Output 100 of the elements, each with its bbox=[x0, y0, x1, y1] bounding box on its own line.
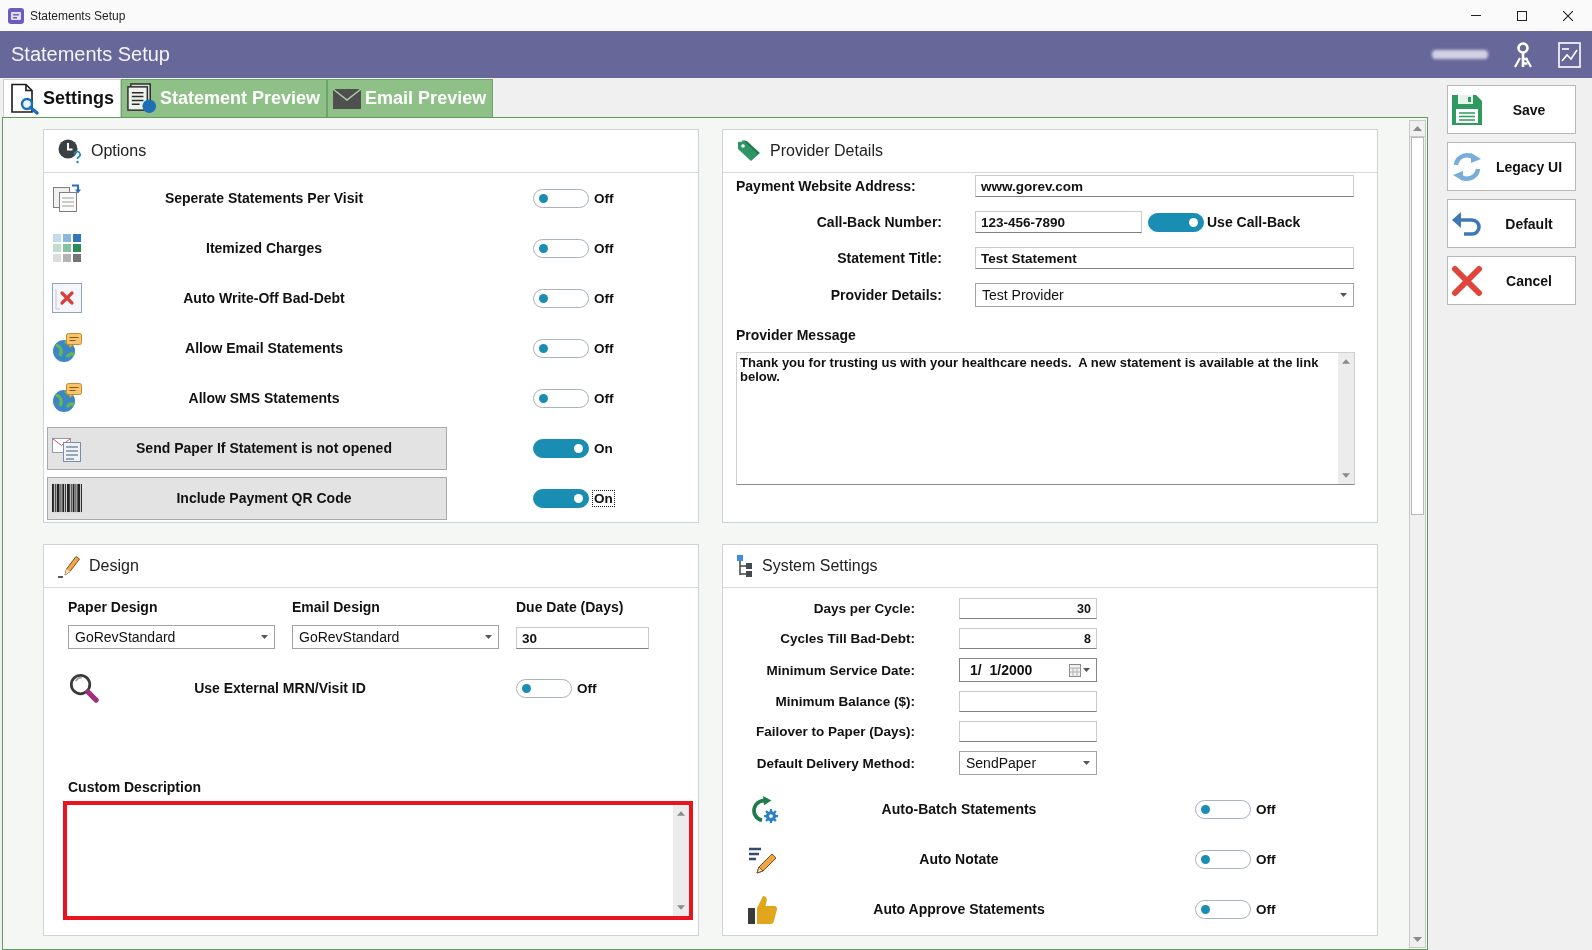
blur-patch bbox=[1432, 50, 1488, 59]
globe-icon bbox=[52, 383, 82, 413]
number-field[interactable]: 8 bbox=[959, 628, 1097, 649]
scrollbar[interactable] bbox=[1338, 353, 1354, 484]
toggle-label: Off bbox=[576, 679, 598, 697]
refresh-icon bbox=[1451, 151, 1483, 182]
field-label: Default Delivery Method: bbox=[756, 755, 915, 771]
key-icon[interactable] bbox=[1513, 41, 1533, 68]
option-label: Auto Approve Statements bbox=[873, 901, 1045, 917]
field-label: Provider Message bbox=[736, 327, 856, 343]
caret-icon bbox=[1083, 668, 1090, 672]
field-label: Email Design bbox=[292, 599, 380, 615]
option-label: Auto Write-Off Bad-Debt bbox=[183, 290, 345, 306]
toggle-switch[interactable] bbox=[533, 388, 589, 408]
maximize-icon bbox=[1517, 10, 1527, 21]
description-field[interactable] bbox=[63, 801, 693, 920]
toggle-label: Off bbox=[593, 339, 615, 357]
tab[interactable]: Settings bbox=[3, 79, 121, 117]
toggle-switch[interactable] bbox=[533, 488, 589, 508]
documents-icon bbox=[52, 183, 82, 213]
up-arrow-icon bbox=[677, 811, 685, 816]
dropdown[interactable]: GoRevStandard bbox=[292, 625, 499, 649]
panel-title: Provider Details bbox=[770, 142, 883, 160]
option-label: Allow Email Statements bbox=[185, 340, 343, 356]
option-label: Send Paper If Statement is not opened bbox=[136, 440, 392, 456]
toggle-switch[interactable] bbox=[1195, 849, 1251, 869]
globe-icon bbox=[52, 333, 82, 363]
grid-icon bbox=[52, 233, 82, 263]
tag-icon bbox=[737, 140, 761, 162]
text-field[interactable]: 123-456-7890 bbox=[975, 211, 1142, 233]
toggle-label: Use Call-Back bbox=[1207, 214, 1301, 230]
magnifier-icon bbox=[69, 673, 99, 703]
text-field[interactable]: Test Statement bbox=[975, 247, 1354, 269]
number-field[interactable] bbox=[959, 721, 1097, 742]
field-label: Payment Website Address: bbox=[736, 178, 916, 194]
field-label: Due Date (Days) bbox=[516, 599, 624, 615]
date-picker[interactable]: 1/ 1/2000 bbox=[959, 658, 1097, 682]
caret-icon bbox=[1083, 761, 1090, 765]
close-icon bbox=[1563, 10, 1573, 21]
clock-icon bbox=[58, 138, 82, 164]
toggle-switch[interactable] bbox=[1195, 899, 1251, 919]
caret-icon bbox=[1340, 293, 1347, 297]
toggle-switch[interactable] bbox=[533, 238, 589, 258]
scrollbar[interactable] bbox=[673, 805, 689, 916]
panel-title: Options bbox=[91, 142, 147, 160]
field-label: Minimum Service Date: bbox=[766, 662, 915, 678]
minimize-icon bbox=[1471, 15, 1481, 16]
barcode-icon bbox=[52, 483, 82, 513]
action-button[interactable]: Save bbox=[1447, 85, 1576, 134]
dropdown[interactable]: SendPaper bbox=[959, 751, 1097, 775]
document-icon bbox=[126, 83, 157, 114]
number-field[interactable] bbox=[959, 691, 1097, 712]
envelope-icon bbox=[332, 87, 363, 110]
option-label: Auto-Batch Statements bbox=[881, 801, 1037, 817]
up-arrow-icon[interactable] bbox=[1413, 126, 1422, 131]
toggle-label: On bbox=[593, 439, 614, 457]
toggle-switch[interactable] bbox=[1195, 799, 1251, 819]
text-field[interactable]: www.gorev.com bbox=[975, 175, 1354, 197]
toggle-label: Off bbox=[593, 389, 615, 407]
option-label: Auto Notate bbox=[919, 851, 999, 867]
toggle-switch[interactable] bbox=[533, 338, 589, 358]
option-label: Use External MRN/Visit ID bbox=[194, 680, 366, 696]
up-arrow-icon bbox=[1342, 359, 1350, 364]
dropdown[interactable]: Test Provider bbox=[975, 283, 1354, 307]
scrollbar-thumb[interactable] bbox=[1411, 137, 1424, 515]
field-label: Call-Back Number: bbox=[816, 214, 942, 230]
caret-icon bbox=[485, 635, 492, 639]
text-field[interactable]: 30 bbox=[516, 627, 649, 649]
toggle-label: Off bbox=[593, 239, 615, 257]
toggle-label: Off bbox=[593, 189, 615, 207]
down-arrow-icon bbox=[1342, 473, 1350, 478]
number-field[interactable]: 30 bbox=[959, 598, 1097, 619]
field-label: Statement Title: bbox=[837, 250, 942, 266]
action-button[interactable]: Default bbox=[1447, 199, 1576, 248]
toggle-switch[interactable] bbox=[533, 438, 589, 458]
down-arrow-icon[interactable] bbox=[1413, 936, 1422, 942]
field-label: Failover to Paper (Days): bbox=[755, 724, 915, 739]
message-field[interactable]: Thank you for trusting us with your healthcare needs. A new statement is available at the link below. bbox=[736, 352, 1355, 485]
undo-icon bbox=[1452, 210, 1482, 237]
action-button[interactable]: Cancel bbox=[1447, 256, 1576, 305]
option-label: Include Payment QR Code bbox=[176, 490, 352, 506]
field-label: Paper Design bbox=[68, 599, 158, 615]
toggle-switch[interactable] bbox=[1148, 212, 1204, 232]
toggle-label: Off bbox=[1255, 800, 1277, 818]
toggle-label: Off bbox=[593, 289, 615, 307]
document-x-icon bbox=[52, 283, 82, 313]
toggle-switch[interactable] bbox=[533, 188, 589, 208]
action-button[interactable]: Legacy UI bbox=[1447, 142, 1576, 191]
panel-title: Design bbox=[89, 557, 139, 575]
panel-title: System Settings bbox=[762, 557, 878, 575]
toggle-switch[interactable] bbox=[516, 678, 572, 698]
option-label: Itemized Charges bbox=[206, 240, 322, 256]
toggle-switch[interactable] bbox=[533, 288, 589, 308]
scrollbar[interactable] bbox=[1409, 120, 1426, 948]
down-arrow-icon bbox=[677, 905, 685, 910]
toggle-label: Off bbox=[1255, 850, 1277, 868]
hierarchy-icon bbox=[737, 554, 753, 578]
chart-icon[interactable] bbox=[1558, 41, 1581, 68]
thumbs-up-icon bbox=[748, 894, 778, 924]
dropdown[interactable]: GoRevStandard bbox=[68, 625, 275, 649]
